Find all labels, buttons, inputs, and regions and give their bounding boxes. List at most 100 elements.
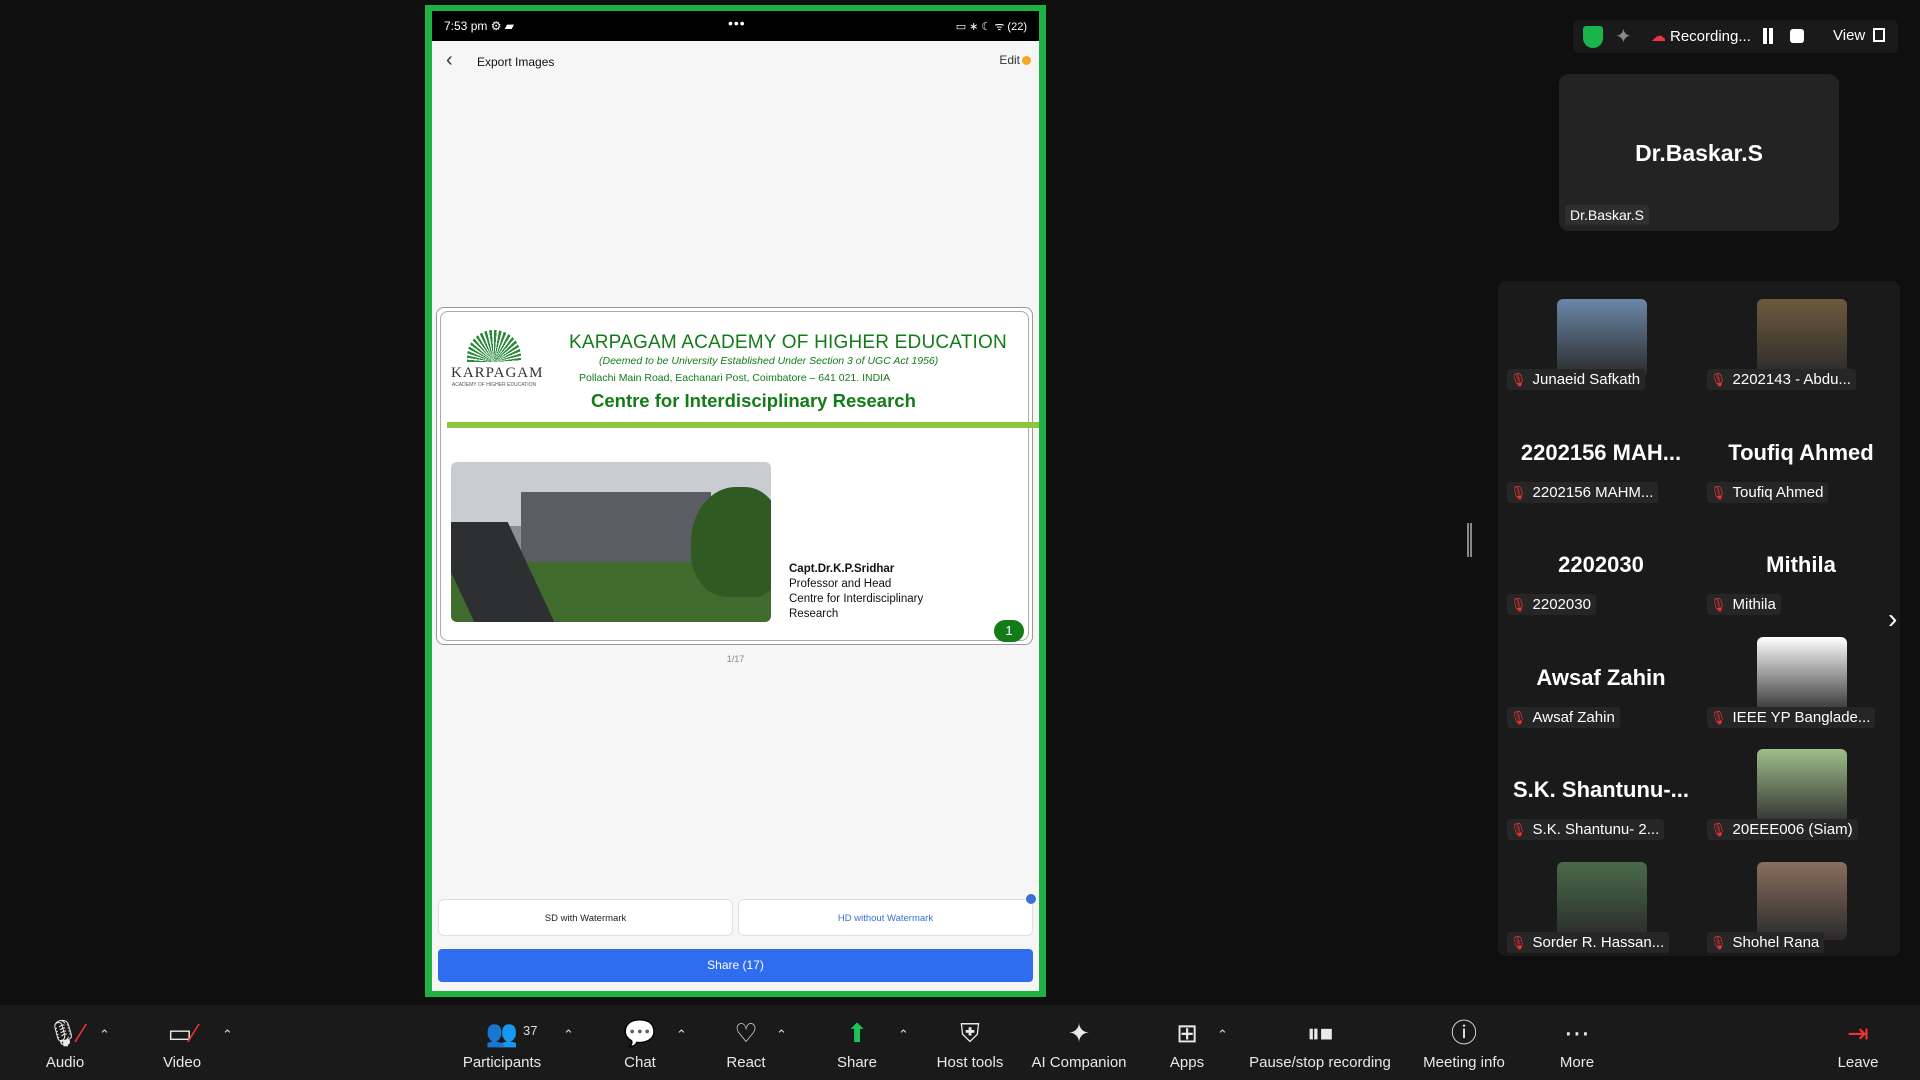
participant-tile[interactable]: Toufiq Ahmed 🎙 Toufiq Ahmed [1701, 400, 1901, 511]
photo-building [521, 492, 711, 562]
participant-video [1757, 861, 1847, 940]
audio-button[interactable]: 🎙⁄ Audio [44, 1015, 86, 1071]
leave-button[interactable]: ⇥ Leave [1837, 1015, 1879, 1071]
speaker-role: Professor and Head [789, 578, 892, 590]
participant-display-name: S.K. Shantunu-... [1513, 777, 1689, 802]
muted-mic-icon: 🎙 [1510, 709, 1527, 725]
share-arrow-icon: ⬆ [846, 1018, 868, 1048]
participant-name: Toufiq Ahmed [1732, 483, 1824, 501]
security-shield-icon[interactable] [1583, 26, 1603, 48]
active-speaker-name: Dr.Baskar.S [1635, 140, 1763, 166]
university-address: Pollachi Main Road, Eachanari Post, Coim… [579, 372, 891, 384]
panel-resize-handle[interactable] [1467, 523, 1472, 557]
react-caret-icon[interactable]: ⌃ [776, 1027, 787, 1043]
logo-subtitle: ACADEMY OF HIGHER EDUCATION [451, 382, 537, 388]
ai-companion-icon: ✦ [1068, 1018, 1090, 1048]
apps-caret-icon[interactable]: ⌃ [1217, 1027, 1228, 1043]
participant-tile[interactable]: 2202030 🎙 2202030 [1501, 512, 1701, 623]
share-caret-icon[interactable]: ⌃ [898, 1027, 909, 1043]
participant-gallery: 🎙 Junaeid Safkath 🎙 2202143 - Abdu... 220215… [1498, 281, 1900, 956]
university-deemed: (Deemed to be University Established Und… [599, 355, 939, 367]
meeting-info-button[interactable]: ⓘ Meeting info [1416, 1015, 1512, 1071]
speaker-info: Capt.Dr.K.P.Sridhar Professor and Head C… [789, 562, 959, 622]
participant-name-label: 🎙 2202156 MAHM... [1507, 481, 1659, 503]
participant-tile[interactable]: S.K. Shantunu-... 🎙 S.K. Shantunu- 2... [1501, 737, 1701, 848]
muted-mic-icon: 🎙 [1510, 484, 1527, 500]
participant-name: 2202030 [1532, 596, 1591, 613]
view-label: View [1833, 27, 1866, 44]
video-options-caret-icon[interactable]: ⌃ [222, 1027, 233, 1043]
edit-button[interactable]: Edit [999, 53, 1031, 67]
chat-button[interactable]: 💬 Chat [619, 1015, 661, 1071]
speaker-name: Capt.Dr.K.P.Sridhar [789, 563, 895, 575]
participant-tile[interactable]: 🎙 IEEE YP Banglade... [1701, 625, 1901, 736]
participant-name-label: 🎙 2202030 [1507, 594, 1596, 615]
participant-name: Awsaf Zahin [1532, 708, 1615, 726]
participant-tile[interactable]: 🎙 2202143 - Abdu... [1701, 287, 1901, 398]
status-dots: ••• [728, 15, 746, 31]
photo-tree [691, 487, 771, 597]
participant-name: Sorder R. Hassan... [1532, 933, 1665, 951]
participant-display-name: 2202156 MAH... [1520, 439, 1682, 465]
logo-name: KARPAGAM [451, 365, 544, 381]
participant-name-label: 🎙 IEEE YP Banglade... [1707, 706, 1876, 728]
participant-tile[interactable]: 🎙 20EEE006 (Siam) [1701, 737, 1901, 848]
slide-preview[interactable]: KARPAGAM ACADEMY OF HIGHER EDUCATION KAR… [436, 307, 1039, 645]
hd-no-watermark-option[interactable]: HD without Watermark [738, 894, 1036, 936]
participant-tile[interactable]: 2202156 MAH... 🎙 2202156 MAHM... [1501, 400, 1701, 511]
info-icon: ⓘ [1450, 1018, 1477, 1048]
edit-dot-icon [1022, 56, 1031, 65]
participant-tile[interactable]: 🎙 Sorder R. Hassan... [1501, 850, 1701, 961]
participant-name-label: 🎙 Toufiq Ahmed [1707, 481, 1829, 503]
audio-options-caret-icon[interactable]: ⌃ [99, 1027, 110, 1043]
participant-tile[interactable]: 🎙 Junaeid Safkath [1501, 287, 1701, 398]
participant-tile[interactable]: Awsaf Zahin 🎙 Awsaf Zahin [1501, 625, 1701, 736]
participant-name: IEEE YP Banglade... [1732, 708, 1871, 726]
video-button[interactable]: ▭⁄ Video [160, 1015, 204, 1071]
leave-door-icon: ⇥ [1847, 1018, 1869, 1048]
participant-name: 2202143 - Abdu... [1732, 371, 1851, 388]
recording-status[interactable]: ☁ Recording... [1651, 27, 1751, 45]
active-speaker-label: Dr.Baskar.S [1565, 205, 1649, 225]
participants-label: Participants [462, 1054, 542, 1071]
participants-caret-icon[interactable]: ⌃ [563, 1027, 574, 1043]
apps-button[interactable]: ⊞ Apps [1166, 1015, 1208, 1071]
view-layout-icon [1873, 28, 1886, 42]
muted-mic-icon: 🎙 [1710, 709, 1727, 725]
ai-spark-icon[interactable]: ✦ [1615, 24, 1632, 49]
muted-mic-icon: 🎙 [1510, 934, 1527, 950]
page-indicator: 1/17 [726, 654, 745, 664]
participant-display-name: Toufiq Ahmed [1728, 439, 1874, 465]
active-speaker-tile[interactable]: Dr.Baskar.S Dr.Baskar.S [1559, 74, 1839, 231]
stop-recording-icon[interactable] [1790, 29, 1804, 43]
pause-recording-icon[interactable] [1761, 28, 1775, 44]
share-screen-button[interactable]: ⬆ Share [833, 1015, 881, 1071]
speaker-dept: Centre for Interdisciplinary Research [789, 593, 924, 620]
participant-name-label: 🎙 Awsaf Zahin [1507, 706, 1620, 728]
view-button[interactable]: View [1833, 27, 1886, 44]
slide-number-badge: 1 [994, 620, 1024, 642]
participant-name-label: 🎙 Mithila [1707, 594, 1781, 615]
share-label: Share [836, 1054, 878, 1071]
next-page-arrow-icon[interactable]: › [1888, 603, 1897, 635]
more-button[interactable]: ⋯ More [1556, 1015, 1598, 1071]
sd-watermark-option[interactable]: SD with Watermark [438, 899, 733, 936]
meeting-toolbar: 🎙⁄ Audio ⌃ ▭⁄ Video ⌃ 👥 Participants 37 … [0, 1005, 1920, 1080]
muted-mic-icon: 🎙 [1510, 822, 1527, 837]
chat-caret-icon[interactable]: ⌃ [676, 1027, 687, 1043]
participant-name-label: 🎙 Shohel Rana [1707, 931, 1825, 953]
participant-tile[interactable]: 🎙 Shohel Rana [1701, 850, 1901, 961]
react-button[interactable]: ♡ React [723, 1015, 769, 1071]
pause-stop-recording-button[interactable]: ⏸⏹ Pause/stop recording [1244, 1015, 1396, 1071]
participant-tile[interactable]: Mithila 🎙 Mithila [1701, 512, 1901, 623]
share-images-button[interactable]: Share (17) [438, 949, 1033, 982]
more-label: More [1559, 1054, 1595, 1071]
muted-mic-icon: 🎙 [1710, 597, 1727, 612]
host-tools-button[interactable]: ⛨ Host tools [933, 1015, 1007, 1071]
ai-companion-button[interactable]: ✦ AI Companion [1027, 1015, 1131, 1071]
building-photo [451, 462, 771, 622]
phone-screen: 7:53 pm ⚙ ▰ ••• ▭ ∗ ☾ ᯤ (22) ‹ Export Im… [432, 11, 1039, 991]
muted-mic-icon: 🎙 [1710, 822, 1727, 837]
meeting-info-label: Meeting info [1423, 1054, 1505, 1071]
back-arrow-icon[interactable]: ‹ [446, 49, 453, 72]
